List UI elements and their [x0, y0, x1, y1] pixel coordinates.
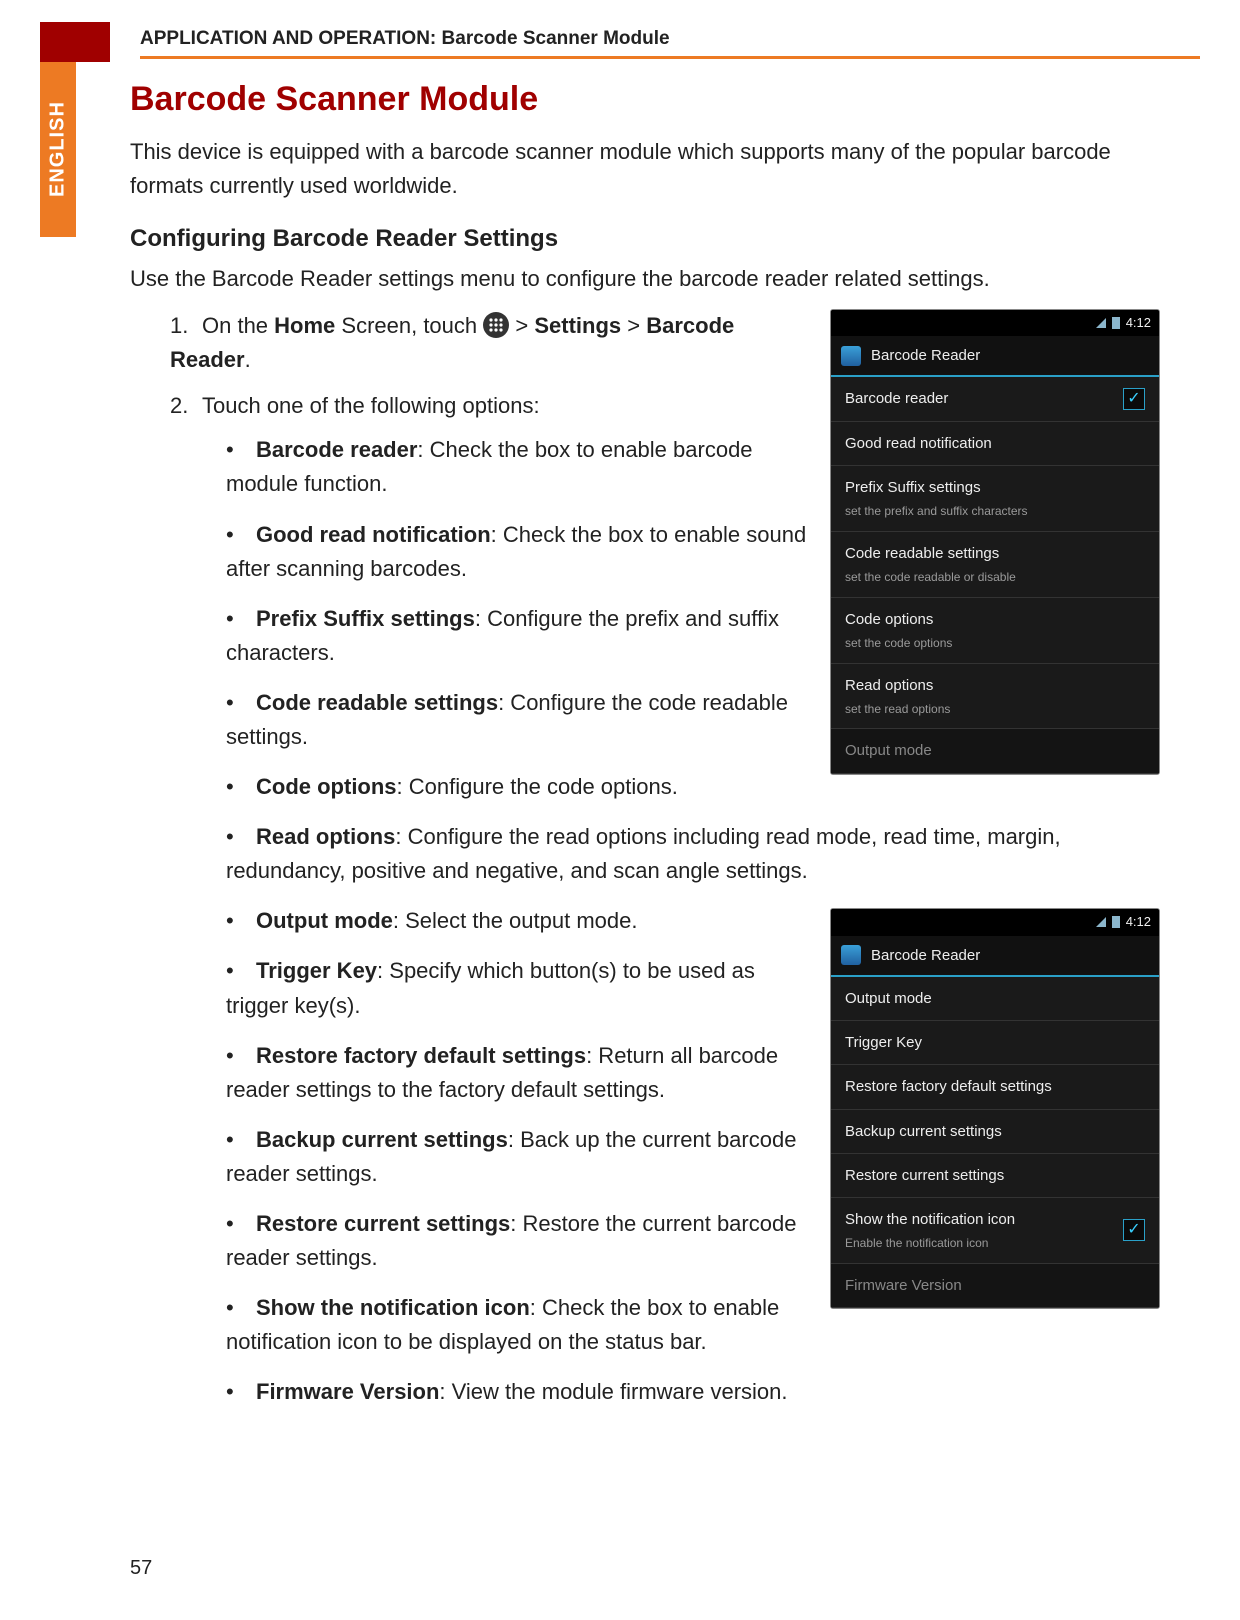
- phone2-appbar: Barcode Reader: [831, 936, 1159, 977]
- phone2-row-label: Restore current settings: [845, 1164, 1145, 1187]
- intro-paragraph: This device is equipped with a barcode s…: [130, 135, 1160, 203]
- phone1-row-label: Code options: [845, 608, 1145, 631]
- phone1-row-code-readable[interactable]: Code readable settings set the code read…: [831, 532, 1159, 598]
- opt-firmware-version: •Firmware Version: View the module firmw…: [226, 1375, 1160, 1409]
- phone1-row-label: Prefix Suffix settings: [845, 476, 1145, 499]
- phone2-row-restore-factory[interactable]: Restore factory default settings: [831, 1065, 1159, 1109]
- phone1-row-sub: set the prefix and suffix characters: [845, 502, 1145, 521]
- phone1-app-icon: [841, 346, 861, 366]
- phone1-row-prefix-suffix[interactable]: Prefix Suffix settings set the prefix an…: [831, 466, 1159, 532]
- language-tab: ENGLISH: [40, 62, 76, 237]
- section-lead: Use the Barcode Reader settings menu to …: [130, 263, 1160, 295]
- opt-code-options: •Code options: Configure the code option…: [226, 770, 1160, 804]
- phone1-row-sub: set the code readable or disable: [845, 568, 1145, 587]
- page-title: Barcode Scanner Module: [130, 80, 1160, 119]
- phone2-row-firmware[interactable]: Firmware Version: [831, 1264, 1159, 1308]
- phone1-row-read-options[interactable]: Read options set the read options: [831, 664, 1159, 730]
- page-content: Barcode Scanner Module This device is eq…: [130, 80, 1160, 1426]
- phone2-statusbar: 4:12: [831, 909, 1159, 935]
- body-flow: 4:12 Barcode Reader Barcode reader ✓ Goo…: [130, 309, 1160, 1409]
- phone2-row-restore-current[interactable]: Restore current settings: [831, 1154, 1159, 1198]
- phone1-row-label: Barcode reader: [845, 387, 1123, 410]
- phone1-row-label: Code readable settings: [845, 542, 1145, 565]
- checkbox-icon[interactable]: ✓: [1123, 388, 1145, 410]
- phone2-time: 4:12: [1126, 912, 1151, 932]
- apps-grid-icon: [483, 312, 509, 338]
- phone2-row-label: Backup current settings: [845, 1120, 1145, 1143]
- phone1-time: 4:12: [1126, 313, 1151, 333]
- phone2-row-show-notification[interactable]: Show the notification icon Enable the no…: [831, 1198, 1159, 1264]
- header-rule: [140, 56, 1200, 59]
- phone1-row-label: Good read notification: [845, 432, 1145, 455]
- signal-icon: [1096, 318, 1106, 328]
- header-accent-block: [40, 22, 110, 62]
- phone2-row-label: Output mode: [845, 987, 1145, 1010]
- phone2-row-label: Restore factory default settings: [845, 1075, 1145, 1098]
- phone1-row-label: Read options: [845, 674, 1145, 697]
- phone2-row-label: Show the notification icon: [845, 1208, 1123, 1231]
- phone1-row-code-options[interactable]: Code options set the code options: [831, 598, 1159, 664]
- phone1-row-good-read[interactable]: Good read notification: [831, 422, 1159, 466]
- section-heading: Configuring Barcode Reader Settings: [130, 225, 1160, 253]
- phone2-title: Barcode Reader: [871, 944, 980, 967]
- running-header: APPLICATION AND OPERATION: Barcode Scann…: [40, 22, 1200, 62]
- phone2-row-label: Trigger Key: [845, 1031, 1145, 1054]
- phone1-row-sub: set the code options: [845, 634, 1145, 653]
- phone2-row-label: Firmware Version: [845, 1274, 1145, 1297]
- phone1-statusbar: 4:12: [831, 310, 1159, 336]
- phone1-row-barcode-reader[interactable]: Barcode reader ✓: [831, 377, 1159, 421]
- checkbox-icon[interactable]: ✓: [1123, 1219, 1145, 1241]
- phone1-row-sub: set the read options: [845, 700, 1145, 719]
- phone2-row-trigger-key[interactable]: Trigger Key: [831, 1021, 1159, 1065]
- phone1-title: Barcode Reader: [871, 344, 980, 367]
- phone-screenshot-1: 4:12 Barcode Reader Barcode reader ✓ Goo…: [830, 309, 1160, 775]
- page-number: 57: [130, 1557, 152, 1580]
- phone1-appbar: Barcode Reader: [831, 336, 1159, 377]
- phone2-row-output-mode[interactable]: Output mode: [831, 977, 1159, 1021]
- phone2-row-backup[interactable]: Backup current settings: [831, 1110, 1159, 1154]
- running-title: APPLICATION AND OPERATION: Barcode Scann…: [140, 28, 670, 50]
- phone1-row-output-mode[interactable]: Output mode: [831, 729, 1159, 773]
- battery-icon: [1112, 317, 1120, 329]
- phone1-row-label: Output mode: [845, 739, 1145, 762]
- phone2-app-icon: [841, 945, 861, 965]
- opt-read-options: •Read options: Configure the read option…: [226, 820, 1160, 888]
- phone-screenshot-2: 4:12 Barcode Reader Output mode Trigger …: [830, 908, 1160, 1309]
- battery-icon: [1112, 916, 1120, 928]
- phone2-row-sub: Enable the notification icon: [845, 1234, 1123, 1253]
- signal-icon: [1096, 917, 1106, 927]
